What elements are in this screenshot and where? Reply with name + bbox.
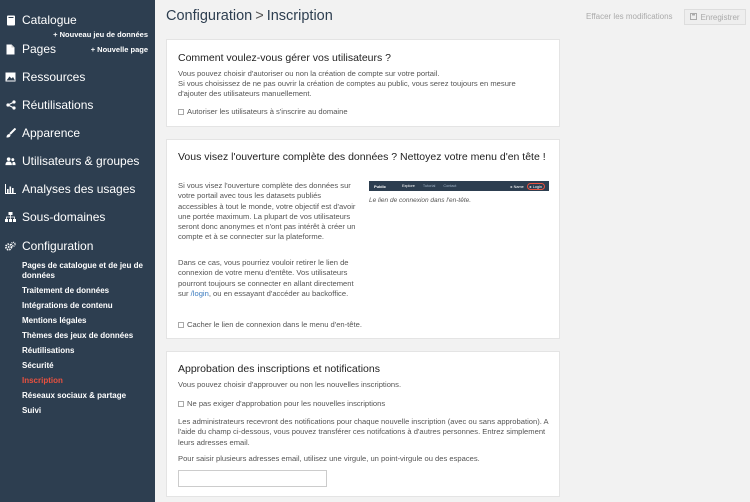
sidebar-item-label: Sous-domaines — [22, 210, 106, 224]
header-menu-card: Vous visez l'ouverture complète des donn… — [166, 139, 560, 339]
bar-chart-icon — [5, 184, 16, 195]
users-icon — [5, 156, 16, 167]
notification-email-input[interactable] — [178, 470, 327, 487]
subnav-item-mentions[interactable]: Mentions légales — [22, 316, 150, 326]
sidebar-item-label: Analyses des usages — [22, 182, 136, 196]
sidebar: Catalogue + Nouveau jeu de données Pages… — [0, 0, 155, 502]
sidebar-item-label: Configuration — [22, 239, 94, 253]
image-icon — [5, 72, 16, 83]
preview-tab: Explore — [402, 184, 415, 188]
sidebar-item-utilisateurs[interactable]: Utilisateurs & groupes — [0, 154, 155, 168]
card-text: Dans ce cas, vous pourriez vouloir retir… — [178, 258, 354, 298]
save-label: Enregistrer — [700, 12, 740, 22]
subnav-item-themes[interactable]: Thèmes des jeux de données — [22, 331, 150, 341]
checkbox-label: Autoriser les utilisateurs à s'inscrire … — [187, 107, 348, 116]
preview-user-area: ▸ Name ▸ Login — [510, 182, 545, 190]
subnav-item-securite[interactable]: Sécurité — [22, 361, 150, 371]
checkbox-label: Ne pas exiger d'approbation pour les nou… — [187, 399, 386, 408]
sidebar-item-catalogue[interactable]: Catalogue — [0, 13, 155, 27]
preview-tab: Contact — [443, 184, 457, 188]
sidebar-item-reutilisations[interactable]: Réutilisations — [0, 98, 155, 112]
share-icon — [5, 100, 16, 111]
sidebar-item-label: Réutilisations — [22, 98, 94, 112]
new-dataset-button[interactable]: + Nouveau jeu de données — [53, 30, 148, 39]
save-button[interactable]: Enregistrer — [684, 9, 746, 25]
checkbox-box[interactable] — [178, 321, 184, 328]
approval-notifications-card: Approbation des inscriptions et notifica… — [166, 351, 560, 497]
save-icon — [690, 12, 698, 22]
card-text: Si vous visez l'ouverture complète des d… — [178, 181, 356, 242]
login-link[interactable]: /login — [191, 289, 209, 298]
subnav-item-reseaux[interactable]: Réseaux sociaux & partage — [22, 391, 150, 401]
new-page-button[interactable]: + Nouvelle page — [91, 45, 148, 54]
preview-tab: Tutorial — [422, 184, 436, 188]
preview-caption: Le lien de connexion dans l'en-tête. — [369, 197, 472, 204]
allow-signup-checkbox[interactable]: Autoriser les utilisateurs à s'inscrire … — [178, 107, 348, 116]
sidebar-item-apparence[interactable]: Apparence — [0, 126, 155, 140]
sidebar-item-label: Utilisateurs & groupes — [22, 154, 140, 168]
checkbox-box[interactable] — [178, 108, 184, 115]
sidebar-item-label: Pages — [22, 42, 57, 56]
preview-logo: Public — [374, 183, 387, 189]
sidebar-item-analyses[interactable]: Analyses des usages — [0, 182, 155, 196]
subnav-item-catalogue-pages[interactable]: Pages de catalogue et de jeu de données — [22, 261, 150, 281]
breadcrumb-section[interactable]: Configuration — [166, 8, 252, 24]
no-approval-checkbox[interactable]: Ne pas exiger d'approbation pour les nou… — [178, 399, 385, 408]
subnav-item-reutilisations[interactable]: Réutilisations — [22, 346, 150, 356]
hide-login-link-checkbox[interactable]: Cacher le lien de connexion dans le menu… — [178, 320, 362, 329]
subnav-item-integrations[interactable]: Intégrations de contenu — [22, 301, 150, 311]
card-text: Les administrateurs recevront des notifi… — [178, 417, 549, 447]
checkbox-box[interactable] — [178, 400, 184, 407]
sitemap-icon — [5, 212, 16, 223]
sidebar-item-label: Apparence — [22, 126, 81, 140]
subnav-item-inscription[interactable]: Inscription — [22, 376, 150, 386]
document-icon — [5, 44, 16, 55]
card-text: Vous pouvez choisir d'approuver ou non l… — [178, 380, 402, 389]
card-text: Si vous choisissez de ne pas ouvrir la c… — [178, 79, 516, 99]
card-title: Comment voulez-vous gérer vos utilisateu… — [178, 52, 392, 64]
checkbox-label: Cacher le lien de connexion dans le menu… — [187, 320, 362, 329]
configuration-subnav: Pages de catalogue et de jeu de données … — [22, 261, 150, 421]
page-title: Configuration > Inscription — [166, 8, 333, 24]
subnav-item-suivi[interactable]: Suivi — [22, 406, 150, 416]
breadcrumb-separator: > — [255, 8, 264, 24]
sidebar-item-sous-domaines[interactable]: Sous-domaines — [0, 210, 155, 224]
header-preview-image: Public Explore Tutorial Contact ▸ Name ▸… — [369, 181, 549, 191]
clear-changes-button[interactable]: Effacer les modifications — [586, 12, 673, 21]
book-icon — [5, 15, 16, 26]
gears-icon — [5, 241, 16, 252]
preview-login: ▸ Login — [526, 182, 545, 190]
brush-icon — [5, 128, 16, 139]
card-title: Approbation des inscriptions et notifica… — [178, 363, 380, 375]
preview-user: ▸ Name — [510, 184, 524, 189]
user-management-card: Comment voulez-vous gérer vos utilisateu… — [166, 39, 560, 127]
subnav-item-traitement[interactable]: Traitement de données — [22, 286, 150, 296]
breadcrumb-page: Inscription — [266, 8, 333, 24]
card-title: Vous visez l'ouverture complète des donn… — [178, 151, 546, 163]
sidebar-item-label: Catalogue — [22, 13, 77, 27]
sidebar-item-ressources[interactable]: Ressources — [0, 70, 155, 84]
card-text: Pour saisir plusieurs adresses email, ut… — [178, 454, 480, 463]
card-text: Vous pouvez choisir d'autoriser ou non l… — [178, 69, 440, 78]
sidebar-item-label: Ressources — [22, 70, 86, 84]
sidebar-item-configuration[interactable]: Configuration — [0, 239, 155, 253]
